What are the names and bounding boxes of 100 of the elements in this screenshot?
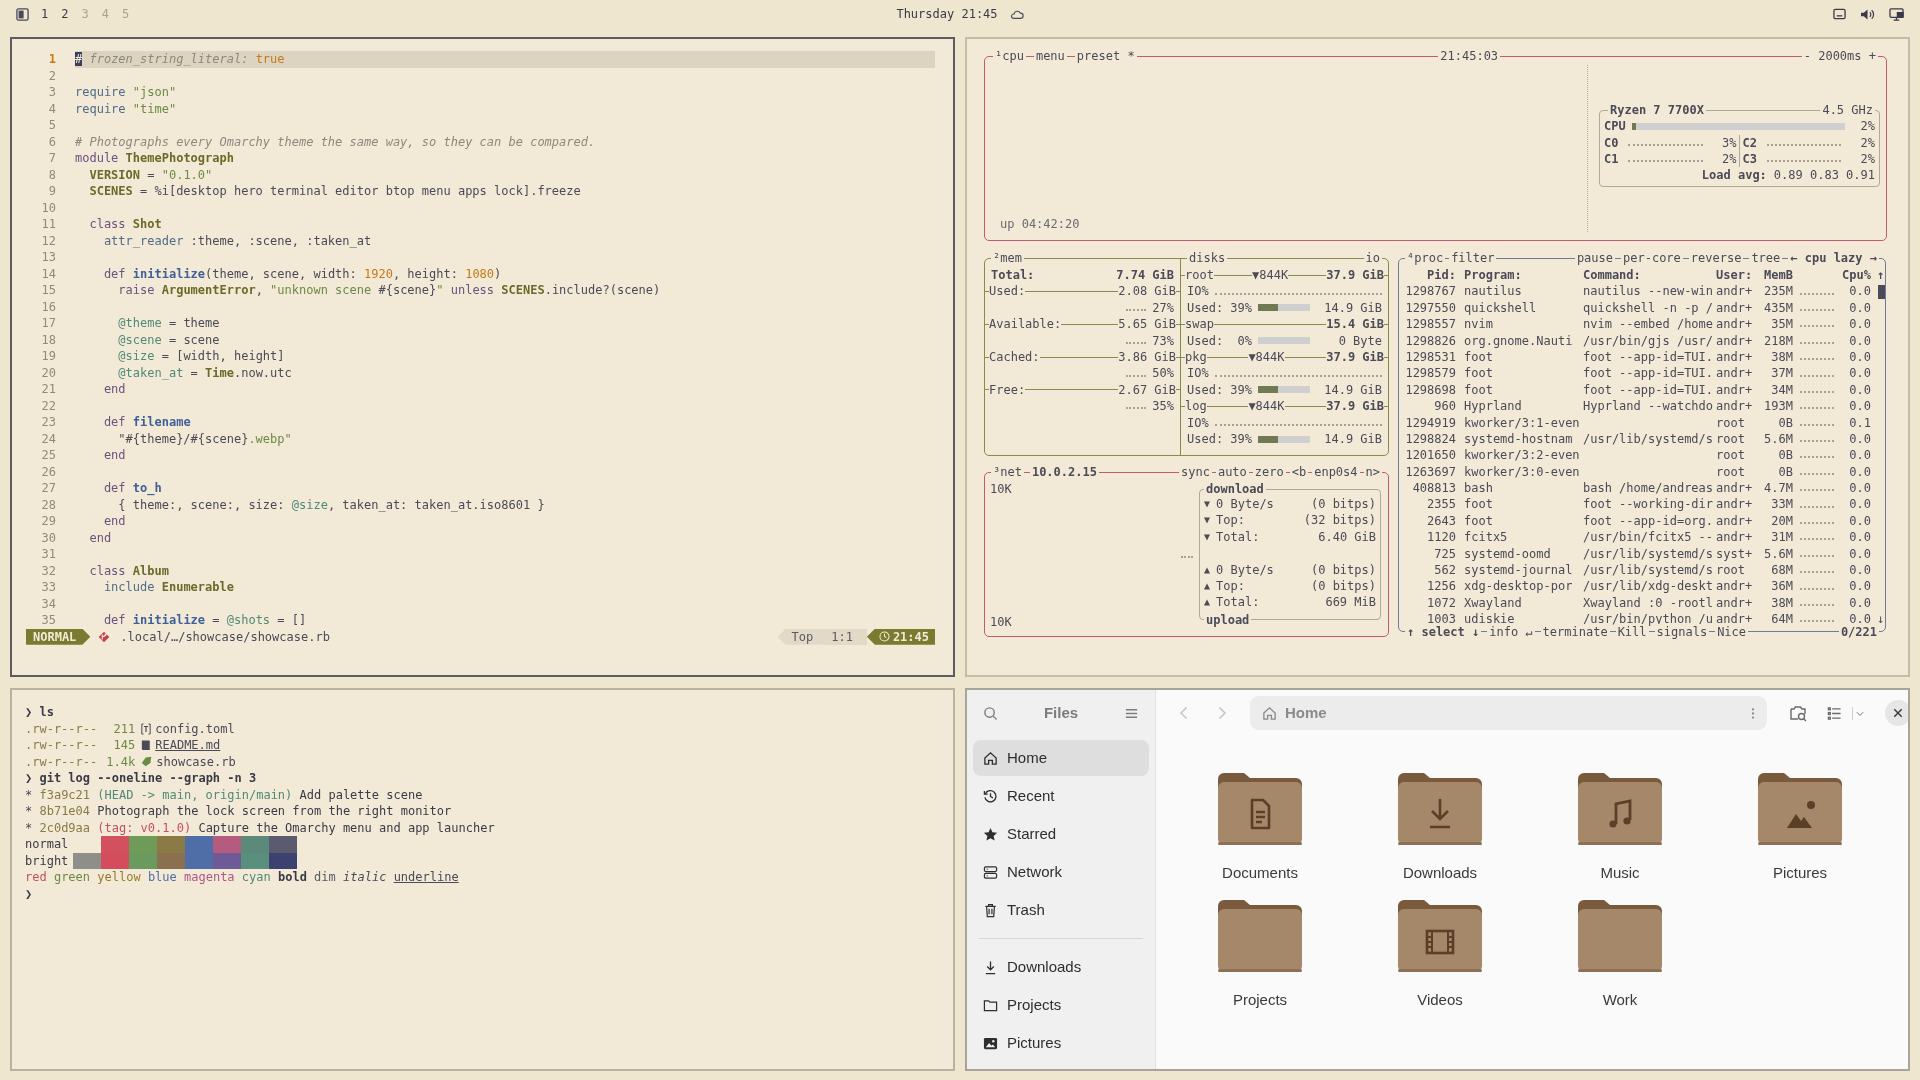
workspaces-icon[interactable] — [16, 7, 29, 21]
volume-icon[interactable] — [1860, 7, 1875, 21]
gem-icon — [141, 756, 153, 768]
file-name: showcase.rb — [156, 753, 236, 770]
table-cell-text: 20M — [1770, 512, 1793, 530]
table-cell-text: 2643 — [1426, 512, 1456, 530]
table-cell-text: 64M — [1770, 611, 1793, 628]
panel-title: ⁴proc — [1405, 250, 1446, 267]
folder-name[interactable]: Videos — [1417, 988, 1463, 1011]
stat-value: 669 MiB — [1325, 594, 1376, 611]
file-size: 145 — [112, 737, 136, 754]
sidebar-item[interactable]: Pictures — [973, 1025, 1149, 1061]
scrollbar-thumb[interactable] — [1878, 284, 1885, 299]
disk-used: Used: 0% — [1187, 332, 1253, 349]
column-header[interactable]: User: — [1716, 267, 1760, 284]
shortcut-button[interactable]: info ↵ — [1487, 623, 1535, 640]
disk-used-size: 14.9 GiB — [1323, 430, 1382, 448]
option-button[interactable]: enp0s4 — [1312, 464, 1360, 481]
sidebar-item[interactable]: Recent — [973, 778, 1149, 814]
disk-size: 15.4 GiB — [1326, 316, 1384, 333]
file-size: 1.4k — [105, 753, 136, 770]
table-cell-text: Hyprland — [1464, 398, 1523, 415]
table-cell-text: andr+ — [1716, 316, 1754, 333]
code-line: "#{theme}/#{scene}.webp" — [117, 430, 292, 447]
table-cell-text: andr+ — [1716, 299, 1754, 317]
folder-name[interactable]: Work — [1602, 988, 1638, 1011]
monitor-icon[interactable] — [1889, 7, 1904, 21]
folder-icon[interactable] — [1218, 772, 1302, 846]
table-cell-text: andr+ — [1716, 578, 1754, 595]
cloud-icon[interactable] — [1009, 8, 1024, 20]
folder-name[interactable]: Music — [1600, 862, 1640, 885]
line-number: 35 — [40, 612, 56, 629]
code-line: end — [88, 529, 112, 546]
home-icon — [1262, 705, 1277, 721]
arrow-icon: ▼ — [1204, 496, 1211, 513]
line-number: 6 — [47, 133, 56, 150]
sidebar-item[interactable]: Projects — [973, 987, 1149, 1023]
folder-icon[interactable] — [1578, 772, 1662, 846]
table-cell-text: andr+ — [1716, 381, 1754, 399]
stat-value: (0 bitps) — [1310, 561, 1376, 578]
scroll-up-arrow[interactable]: ↑ — [1877, 267, 1885, 284]
more-icon[interactable] — [1751, 706, 1755, 720]
column-header[interactable]: Program: — [1464, 267, 1583, 284]
sidebar-item[interactable]: Starred — [973, 816, 1149, 852]
list-view-icon[interactable] — [1827, 705, 1842, 721]
table-cell-text: nautilus — [1464, 283, 1523, 300]
code-line: module ThemePhotograph — [75, 150, 234, 167]
table-cell-text: 1072 — [1426, 594, 1456, 612]
folder-name[interactable]: Pictures — [1772, 862, 1828, 885]
column-header[interactable]: Command: — [1583, 267, 1716, 284]
sort-control[interactable]: ← cpu lazy → — [1788, 250, 1879, 267]
close-button[interactable] — [1885, 700, 1908, 726]
upload-label: upload — [1204, 611, 1252, 628]
line-number: 24 — [40, 430, 56, 447]
line-number: 10 — [40, 199, 56, 216]
table-cell-text: 1298767 — [1404, 283, 1456, 300]
clock-text: Thursday 21:45 — [896, 6, 998, 23]
shortcut-button[interactable]: signals — [1654, 623, 1710, 640]
sidebar-item[interactable]: Home — [973, 740, 1149, 776]
workspace-button[interactable]: 2 — [60, 5, 70, 23]
table-cell-text: 1298557 — [1404, 316, 1456, 333]
column-header[interactable]: MemB — [1760, 267, 1793, 284]
disk-used: Used: 39% — [1187, 381, 1253, 399]
table-cell-text: root — [1716, 562, 1746, 579]
folder-icon[interactable] — [1218, 898, 1302, 973]
workspace-button[interactable]: 1 — [40, 5, 50, 23]
table-cell-text: 235M — [1763, 283, 1793, 300]
folder-icon[interactable] — [1398, 772, 1482, 846]
disk-size: 37.9 GiB — [1326, 398, 1384, 415]
line-number: 21 — [40, 381, 56, 398]
sidebar-item[interactable]: Trash — [973, 892, 1149, 928]
search-icon[interactable] — [1789, 704, 1807, 722]
folder-icon[interactable] — [1398, 898, 1482, 973]
sidebar-item[interactable]: Downloads — [973, 949, 1149, 985]
column-header[interactable]: Cpu% — [1835, 267, 1871, 284]
code-line: @size = [width, height] — [117, 348, 285, 365]
load-label: Load avg: — [1701, 167, 1767, 184]
table-cell-text: foot — [1464, 496, 1494, 513]
memory-percent: 27% — [1152, 299, 1174, 317]
scroll-down-arrow[interactable]: ↓ — [1877, 611, 1885, 628]
palette-label: bright — [25, 852, 70, 869]
terminal-line: * 2c0d9aa (tag: v0.1.0) Capture the Omarchy menu and app launcher — [25, 819, 495, 836]
arrow-icon: ▼ — [1204, 512, 1211, 529]
memory-value: 2.08 GiB — [1118, 283, 1176, 300]
stat-label: 0 Byte/s — [1216, 496, 1275, 513]
folder-icon[interactable] — [1578, 898, 1662, 973]
sidebar-item[interactable]: Network — [973, 854, 1149, 890]
search-icon[interactable] — [983, 705, 998, 721]
folder-name[interactable]: Documents — [1222, 862, 1298, 885]
window-icon[interactable] — [1833, 8, 1846, 20]
table-cell-text: 408813 — [1411, 480, 1456, 497]
folder-name[interactable]: Projects — [1232, 988, 1288, 1011]
table-cell-text: 435M — [1763, 299, 1793, 317]
table-cell-text: 0.0 — [1848, 496, 1871, 513]
folder-name[interactable]: Downloads — [1402, 862, 1478, 885]
network-icon — [983, 864, 998, 880]
folder-icon[interactable] — [1758, 772, 1842, 846]
table-cell-text: 0.0 — [1848, 480, 1871, 497]
core-percent: 3% — [1721, 134, 1737, 151]
column-header[interactable]: Pid: — [1402, 267, 1456, 284]
